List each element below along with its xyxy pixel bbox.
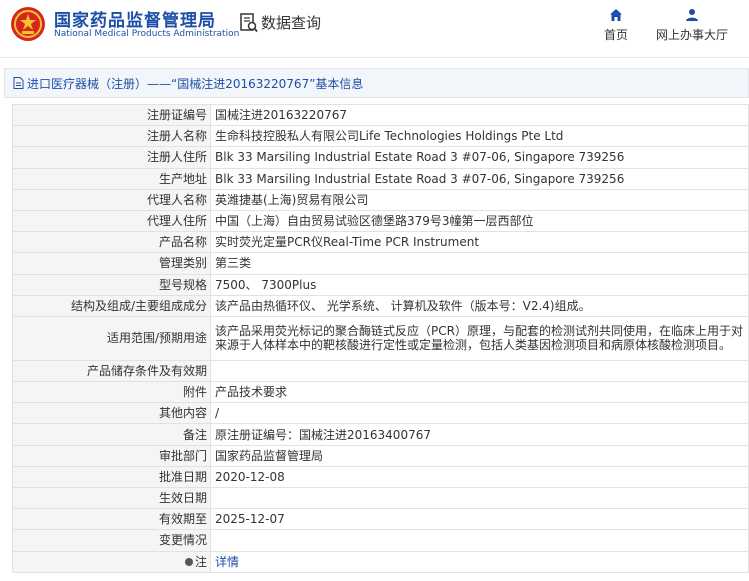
- field-label: 其他内容: [12, 402, 211, 425]
- table-row: 注册人住所 Blk 33 Marsiling Industrial Estate …: [12, 146, 749, 169]
- table-row: 生效日期: [12, 486, 749, 510]
- table-row: 注 详情: [12, 550, 749, 573]
- details-link[interactable]: 详情: [215, 555, 239, 569]
- field-value: 详情: [210, 550, 749, 573]
- field-value: 原注册证编号：国械注进20163400767: [210, 423, 749, 446]
- field-value: [210, 529, 749, 552]
- table-row: 注册人名称 生命科技控股私人有限公司Life Technologies Holdi…: [12, 125, 749, 148]
- nav-online-service-hall[interactable]: 网上办事大厅: [652, 8, 732, 43]
- record-detail-table: 注册证编号 国械注进20163220767 注册人名称 生命科技控股私人有限公司Li…: [12, 103, 749, 573]
- table-row: 适用范围/预期用途 该产品采用荧光标记的聚合酶链式反应（PCR）原理，与配套的检测…: [12, 315, 749, 361]
- field-label: 型号规格: [12, 273, 211, 296]
- field-value: 2025-12-07: [210, 508, 749, 531]
- brand-name-en: National Medical Products Administration: [54, 29, 240, 39]
- bulb-icon: [184, 558, 193, 567]
- field-label: 代理人名称: [12, 188, 211, 211]
- data-query-link[interactable]: 数据查询: [240, 12, 321, 33]
- field-label: 审批部门: [12, 444, 211, 467]
- note-label: 注: [194, 554, 207, 569]
- field-label: 适用范围/预期用途: [12, 315, 211, 361]
- table-row: 生产地址 Blk 33 Marsiling Industrial Estate R…: [12, 167, 749, 190]
- table-row: 注册证编号 国械注进20163220767: [12, 103, 749, 127]
- table-row: 审批部门 国家药品监督管理局: [12, 444, 749, 467]
- nav-home-label: 首页: [603, 28, 628, 42]
- field-value: 2020-12-08: [210, 465, 749, 489]
- field-label: 生产地址: [12, 167, 211, 190]
- page-title: 进口医疗器械（注册）——“国械注进20163220767”基本信息: [27, 76, 364, 91]
- field-label: 附件: [12, 381, 211, 404]
- brand-name-cn[interactable]: 国家药品监督管理局: [54, 6, 216, 31]
- field-value: 该产品由热循环仪、 光学系统、 计算机及软件（版本号：V2.4)组成。: [210, 294, 749, 317]
- field-label: 产品储存条件及有效期: [12, 359, 211, 383]
- field-value: Blk 33 Marsiling Industrial Estate Road …: [210, 146, 749, 169]
- field-value: 第三类: [210, 252, 749, 275]
- table-row: 其他内容 /: [12, 402, 749, 425]
- user-icon: [686, 9, 698, 21]
- field-value: 国械注进20163220767: [210, 103, 749, 127]
- field-label: 代理人住所: [12, 209, 211, 233]
- field-value: 中国（上海）自由贸易试验区德堡路379号3幢第一层西部位: [210, 209, 749, 233]
- field-label: 生效日期: [12, 486, 211, 510]
- table-row: 产品名称 实时荧光定量PCR仪Real-Time PCR Instrument: [12, 231, 749, 254]
- field-value: [210, 359, 749, 383]
- field-value: 该产品采用荧光标记的聚合酶链式反应（PCR）原理，与配套的检测试剂共同使用，在临…: [210, 315, 749, 361]
- document-icon: [13, 77, 24, 89]
- table-row: 代理人名称 英潍捷基(上海)贸易有限公司: [12, 188, 749, 211]
- field-value: 国家药品监督管理局: [210, 444, 749, 467]
- table-row: 有效期至 2025-12-07: [12, 508, 749, 531]
- table-row: 型号规格 7500、 7300Plus: [12, 273, 749, 296]
- field-label: 管理类别: [12, 252, 211, 275]
- field-label: 批准日期: [12, 465, 211, 489]
- site-header: 国家药品监督管理局 National Medical Products Admi…: [0, 0, 749, 58]
- record-title-bar: 进口医疗器械（注册）——“国械注进20163220767”基本信息: [4, 68, 749, 98]
- field-label: 注册人名称: [12, 125, 211, 148]
- field-value: 产品技术要求: [210, 381, 749, 404]
- field-value: 7500、 7300Plus: [210, 273, 749, 296]
- table-row: 产品储存条件及有效期: [12, 359, 749, 383]
- field-value: Blk 33 Marsiling Industrial Estate Road …: [210, 167, 749, 190]
- field-label: 注册证编号: [12, 103, 211, 127]
- field-value: 生命科技控股私人有限公司Life Technologies Holdings P…: [210, 125, 749, 148]
- field-value: [210, 486, 749, 510]
- table-row: 备注 原注册证编号：国械注进20163400767: [12, 423, 749, 446]
- table-row: 变更情况: [12, 529, 749, 552]
- field-label: 结构及组成/主要组成成分: [12, 294, 211, 317]
- nav-online-label: 网上办事大厅: [655, 28, 728, 42]
- nav-home[interactable]: 首页: [600, 8, 632, 43]
- table-row: 附件 产品技术要求: [12, 381, 749, 404]
- field-label: 产品名称: [12, 231, 211, 254]
- field-label: 备注: [12, 423, 211, 446]
- field-label-note: 注: [12, 550, 211, 573]
- table-row: 代理人住所 中国（上海）自由贸易试验区德堡路379号3幢第一层西部位: [12, 209, 749, 233]
- table-row: 批准日期 2020-12-08: [12, 465, 749, 489]
- national-emblem-logo[interactable]: [10, 6, 46, 42]
- field-label: 注册人住所: [12, 146, 211, 169]
- field-value: 实时荧光定量PCR仪Real-Time PCR Instrument: [210, 231, 749, 254]
- home-icon: [610, 9, 622, 21]
- field-value: /: [210, 402, 749, 425]
- data-query-label: 数据查询: [261, 14, 322, 32]
- table-row: 结构及组成/主要组成成分 该产品由热循环仪、 光学系统、 计算机及软件（版本号：V…: [12, 294, 749, 317]
- data-query-icon: [240, 12, 258, 32]
- field-label: 有效期至: [12, 508, 211, 531]
- field-label: 变更情况: [12, 529, 211, 552]
- field-value: 英潍捷基(上海)贸易有限公司: [210, 188, 749, 211]
- table-row: 管理类别 第三类: [12, 252, 749, 275]
